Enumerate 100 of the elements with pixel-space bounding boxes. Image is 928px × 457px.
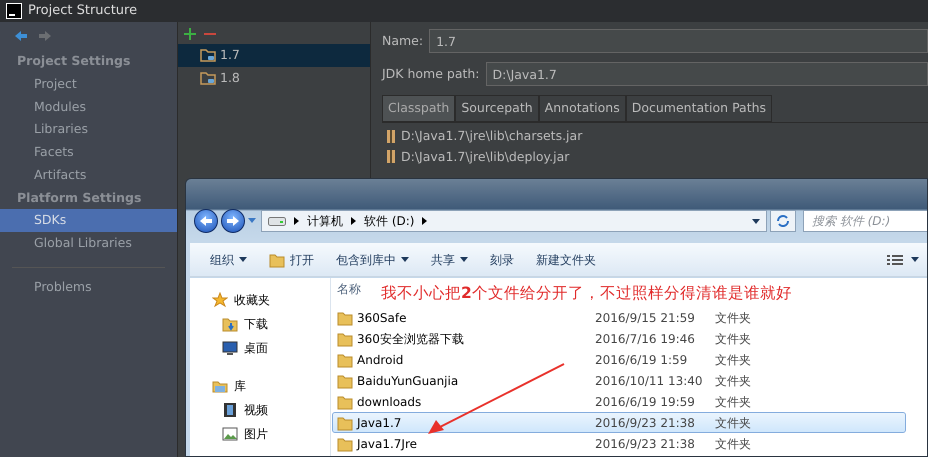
file-name: Java1.7Jre — [357, 436, 418, 452]
forward-arrow-icon — [226, 215, 240, 227]
folder-icon — [200, 71, 216, 86]
nav-item[interactable]: 视频 — [190, 398, 330, 422]
folder-icon — [337, 330, 353, 346]
caret-icon — [460, 257, 468, 262]
toolbar-button[interactable]: 打开 — [269, 250, 314, 268]
file-row[interactable]: Java1.7 2016/9/23 21:38 文件夹 — [332, 412, 906, 433]
folder-icon — [200, 48, 216, 62]
jar-icon — [387, 130, 395, 143]
classpath-entry: D:\Java1.7\jre\lib\deploy.jar — [401, 148, 570, 166]
file-name: 360安全浏览器下载 — [357, 330, 464, 348]
file-date: 2016/9/23 21:38 — [595, 436, 696, 452]
toolbar-button[interactable]: 新建文件夹 — [536, 250, 596, 268]
add-icon — [184, 28, 196, 40]
folder-icon — [269, 252, 285, 268]
folder-icon — [337, 352, 353, 368]
sidebar-item[interactable]: Artifacts — [0, 164, 177, 186]
file-type: 文件夹 — [715, 394, 751, 410]
toolbar-button[interactable]: 刻录 — [490, 250, 514, 268]
tab[interactable]: Sourcepath — [455, 95, 539, 122]
forward-arrow-icon — [38, 30, 52, 42]
caret-icon — [752, 218, 760, 224]
sidebar-item[interactable]: Problems — [0, 276, 177, 298]
folder-icon — [337, 394, 353, 410]
file-name: 360Safe — [357, 310, 406, 326]
tab[interactable]: Annotations — [538, 95, 626, 122]
back-arrow-icon — [199, 215, 213, 227]
file-date: 2016/10/11 13:40 — [595, 372, 704, 390]
nav-item[interactable]: 图片 — [190, 422, 330, 446]
file-row[interactable]: Java1.7Jre 2016/9/23 21:38 文件夹 — [332, 433, 906, 454]
column-header[interactable]: 名称 — [331, 280, 375, 298]
folder-icon — [337, 436, 353, 452]
file-date: 2016/7/16 19:46 — [595, 330, 696, 348]
star-icon — [212, 292, 228, 308]
video-icon — [222, 402, 238, 418]
field-label: JDK home path: — [382, 64, 480, 83]
toolbar-button[interactable]: 共享 — [431, 250, 468, 268]
sidebar-item[interactable]: SDKs — [0, 209, 177, 232]
classpath-entry: D:\Java1.7\jre\lib\charsets.jar — [401, 126, 582, 145]
file-type: 文件夹 — [715, 436, 751, 452]
file-type: 文件夹 — [715, 352, 751, 368]
refresh-button[interactable] — [770, 210, 796, 232]
file-name: downloads — [357, 394, 422, 410]
nav-item[interactable]: 收藏夹 — [190, 288, 330, 312]
search-field[interactable]: 搜索 软件 (D:) — [803, 210, 927, 232]
chevron-icon — [351, 217, 356, 225]
toolbar-button[interactable]: 组织 — [210, 250, 247, 268]
list-view-icon — [887, 254, 903, 266]
chevron-icon — [422, 217, 428, 225]
file-row[interactable]: 360Safe 2016/9/15 21:59 文件夹 — [332, 307, 906, 328]
sidebar-item[interactable]: Libraries — [0, 118, 177, 141]
nav-item[interactable]: 桌面 — [190, 336, 330, 360]
folder-icon — [337, 414, 353, 430]
breadcrumb-item[interactable]: 软件 (D:) — [364, 212, 414, 230]
file-type: 文件夹 — [715, 310, 751, 326]
picture-icon — [222, 426, 238, 442]
folder-icon — [337, 372, 353, 388]
file-row[interactable]: BaiduYunGuanjia 2016/10/11 13:40 文件夹 — [332, 370, 906, 391]
nav-item[interactable]: 下载 — [190, 312, 330, 336]
caret-icon — [248, 218, 256, 224]
forward-button[interactable] — [221, 209, 245, 233]
sdk-item[interactable]: 1.8 — [178, 66, 370, 90]
app-logo-icon — [6, 3, 22, 19]
section-heading: Project Settings — [16, 52, 132, 70]
download-icon — [222, 316, 238, 332]
name-field[interactable]: 1.7 — [429, 29, 928, 53]
folder-icon — [337, 310, 353, 326]
sdk-item[interactable]: 1.7 — [178, 44, 370, 67]
sidebar-item[interactable]: Global Libraries — [0, 232, 177, 255]
breadcrumb-item[interactable]: 计算机 — [307, 212, 343, 230]
sidebar-item[interactable]: Facets — [0, 141, 177, 164]
file-type: 文件夹 — [715, 414, 751, 432]
sidebar-item[interactable]: Project — [0, 72, 177, 96]
view-button[interactable] — [887, 254, 919, 266]
back-arrow-icon — [14, 30, 28, 42]
file-date: 2016/6/19 19:59 — [595, 394, 696, 410]
file-name: Android — [357, 352, 404, 368]
file-row[interactable]: Android 2016/6/19 1:59 文件夹 — [332, 349, 906, 370]
field-label: Name: — [382, 32, 424, 50]
file-date: 2016/9/23 21:38 — [595, 414, 696, 432]
caret-icon — [401, 257, 409, 262]
file-row[interactable]: 360安全浏览器下载 2016/7/16 19:46 文件夹 — [332, 328, 906, 349]
chevron-icon — [294, 217, 299, 225]
caret-icon — [239, 257, 247, 262]
drive-icon — [268, 216, 286, 226]
file-type: 文件夹 — [715, 372, 751, 390]
file-date: 2016/9/15 21:59 — [595, 310, 696, 326]
sidebar-item[interactable]: Modules — [0, 96, 177, 118]
file-row[interactable]: downloads 2016/6/19 19:59 文件夹 — [332, 391, 906, 412]
address-bar[interactable]: 计算机 软件 (D:) — [261, 210, 767, 232]
tab[interactable]: Documentation Paths — [626, 95, 772, 122]
path-field[interactable]: D:\Java1.7 — [486, 62, 928, 86]
toolbar-button[interactable]: 包含到库中 — [336, 250, 409, 268]
file-date: 2016/6/19 1:59 — [595, 352, 688, 368]
file-type: 文件夹 — [715, 330, 751, 348]
back-button[interactable] — [194, 209, 218, 233]
window-title: Project Structure — [28, 2, 138, 20]
nav-item[interactable]: 库 — [190, 374, 330, 398]
annotation-text: 我不小心把2个文件给分开了，不过照样分得清谁是谁就好 — [381, 283, 792, 304]
